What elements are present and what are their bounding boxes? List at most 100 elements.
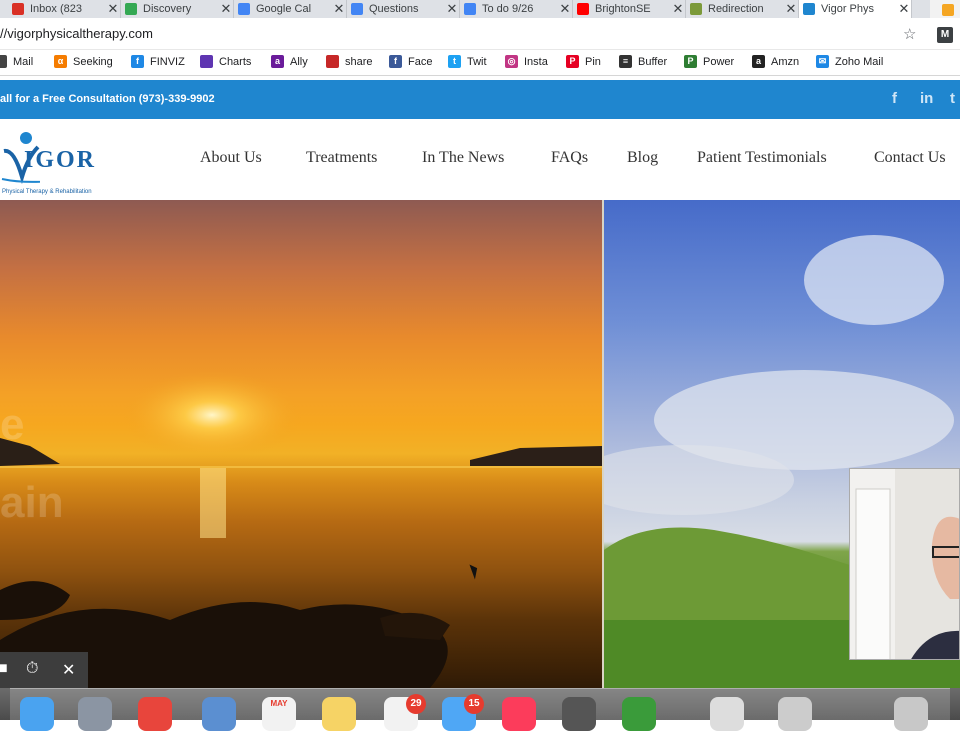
- notification-badge: 29: [406, 694, 426, 714]
- browser-tab[interactable]: Discovery ✕: [121, 0, 234, 18]
- hero-overlay-text: e: [0, 400, 25, 449]
- bookmark-buffer[interactable]: ≡ Buffer: [619, 55, 667, 68]
- bookmark-amzn[interactable]: a Amzn: [752, 55, 799, 68]
- nav-contact-us[interactable]: Contact Us: [874, 149, 946, 167]
- bookmark-label: Insta: [524, 55, 548, 68]
- bookmark-mail[interactable]: Mail: [0, 55, 33, 68]
- messages-icon[interactable]: 15: [442, 694, 484, 731]
- webcam-overlay[interactable]: [849, 468, 960, 660]
- nav-patient-testimonials[interactable]: Patient Testimonials: [697, 149, 827, 167]
- nav-faqs[interactable]: FAQs: [551, 149, 588, 167]
- facebook-icon: f: [389, 55, 402, 68]
- extension-icon[interactable]: M: [937, 27, 953, 43]
- url-field[interactable]: //vigorphysicaltherapy.com: [0, 26, 153, 41]
- trash-icon[interactable]: [894, 697, 928, 731]
- tab-close-icon[interactable]: ✕: [784, 1, 798, 17]
- nav-treatments[interactable]: Treatments: [306, 149, 377, 167]
- browser-tab[interactable]: Redirection ✕: [686, 0, 799, 18]
- buffer-icon: ≡: [619, 55, 632, 68]
- bookmark-ally[interactable]: a Ally: [271, 55, 308, 68]
- record-icon[interactable]: ■: [0, 660, 8, 678]
- amazon-icon: a: [752, 55, 765, 68]
- linkedin-icon[interactable]: in: [920, 90, 933, 107]
- printer-icon[interactable]: [710, 697, 744, 731]
- reminders-icon[interactable]: 29: [384, 694, 426, 731]
- browser-tab[interactable]: [930, 0, 960, 18]
- mail-stamp-icon[interactable]: [202, 697, 236, 731]
- browser-tab[interactable]: Google Cal ✕: [234, 0, 347, 18]
- bookmark-insta[interactable]: ◎ Insta: [505, 55, 548, 68]
- tab-favicon-icon: [125, 3, 137, 15]
- tab-title: Questions: [369, 3, 419, 15]
- tab-favicon-icon: [464, 3, 476, 15]
- hero-sunset-image: e ain: [0, 200, 602, 688]
- photos-app-icon[interactable]: [622, 697, 656, 731]
- calculator-icon[interactable]: [562, 697, 596, 731]
- tab-close-icon[interactable]: ✕: [558, 1, 572, 17]
- nav-in-the-news[interactable]: In The News: [422, 149, 504, 167]
- twitter-icon[interactable]: t: [950, 90, 955, 107]
- vigor-logo[interactable]: IGOR Physical Therapy & Rehabilitation: [0, 129, 120, 195]
- ally-icon: a: [271, 55, 284, 68]
- calendar-icon[interactable]: MAY: [262, 697, 296, 731]
- bookmark-face[interactable]: f Face: [389, 55, 432, 68]
- bookmark-label: Face: [408, 55, 433, 68]
- timer-icon[interactable]: ⏱: [26, 660, 38, 678]
- tab-close-icon[interactable]: ✕: [106, 1, 120, 17]
- finviz-icon: f: [131, 55, 144, 68]
- chrome-icon[interactable]: [138, 697, 172, 731]
- site-contact-bar: all for a Free Consultation (973)-339-99…: [0, 80, 960, 119]
- bookmarks-bar: Mail α Seeking f FINVIZ Charts a Ally share f Face…: [0, 50, 960, 76]
- hero-overlay-text: ain: [0, 478, 64, 527]
- bookmark-pin[interactable]: P Pin: [566, 55, 601, 68]
- bookmark-star-icon[interactable]: ☆: [903, 25, 916, 43]
- nav-about-us[interactable]: About Us: [200, 149, 262, 167]
- notification-badge: 15: [464, 694, 484, 714]
- tab-favicon-icon: [577, 3, 589, 15]
- logo-tagline: Physical Therapy & Rehabilitation: [2, 189, 92, 195]
- tab-close-icon[interactable]: ✕: [332, 1, 346, 17]
- address-bar: //vigorphysicaltherapy.com ☆ M: [0, 18, 960, 50]
- bookmark-charts[interactable]: Charts: [200, 55, 251, 68]
- tab-title: To do 9/26: [482, 3, 534, 15]
- logo-text: IGOR: [24, 147, 97, 173]
- browser-tab[interactable]: BrightonSE ✕: [573, 0, 686, 18]
- bookmark-seeking[interactable]: α Seeking: [54, 55, 113, 68]
- tab-close-icon[interactable]: ✕: [671, 1, 685, 17]
- tab-close-icon[interactable]: ✕: [219, 1, 233, 17]
- window-icon[interactable]: [778, 697, 812, 731]
- music-icon[interactable]: [502, 697, 536, 731]
- tab-title: Inbox (823: [30, 3, 82, 15]
- bookmark-twit[interactable]: t Twit: [448, 55, 487, 68]
- launchpad-icon[interactable]: [78, 697, 112, 731]
- tab-close-icon[interactable]: ✕: [445, 1, 459, 17]
- tab-favicon-icon: [803, 3, 815, 15]
- bookmark-power[interactable]: P Power: [684, 55, 734, 68]
- browser-tab[interactable]: To do 9/26 ✕: [460, 0, 573, 18]
- bookmark-zoho-mail[interactable]: ✉ Zoho Mail: [816, 55, 883, 68]
- charts-icon: [200, 55, 213, 68]
- bookmark-label: Twit: [467, 55, 487, 68]
- notes-icon[interactable]: [322, 697, 356, 731]
- consultation-phone[interactable]: all for a Free Consultation (973)-339-99…: [0, 93, 215, 105]
- tab-title: BrightonSE: [595, 3, 651, 15]
- browser-tab[interactable]: Inbox (823 ✕: [8, 0, 121, 18]
- power-icon: P: [684, 55, 697, 68]
- bookmark-share[interactable]: share: [326, 55, 373, 68]
- tab-title: Redirection: [708, 3, 764, 15]
- nav-blog[interactable]: Blog: [627, 149, 658, 167]
- tab-title: Discovery: [143, 3, 192, 15]
- tab-title: Google Cal: [256, 3, 312, 15]
- finder-icon[interactable]: [20, 697, 54, 731]
- browser-tab[interactable]: Vigor Phys ✕: [799, 0, 912, 18]
- bookmark-finviz[interactable]: f FINVIZ: [131, 55, 185, 68]
- tab-title: Vigor Phys: [821, 3, 874, 15]
- tab-favicon-icon: [238, 3, 250, 15]
- facebook-icon[interactable]: f: [892, 90, 897, 107]
- dock-shelf: MAY 29 15: [10, 688, 950, 731]
- pinterest-icon: P: [566, 55, 579, 68]
- browser-tab[interactable]: Questions ✕: [347, 0, 460, 18]
- tab-favicon-icon: [942, 4, 954, 16]
- close-icon[interactable]: ✕: [62, 660, 75, 680]
- tab-close-icon[interactable]: ✕: [897, 1, 911, 17]
